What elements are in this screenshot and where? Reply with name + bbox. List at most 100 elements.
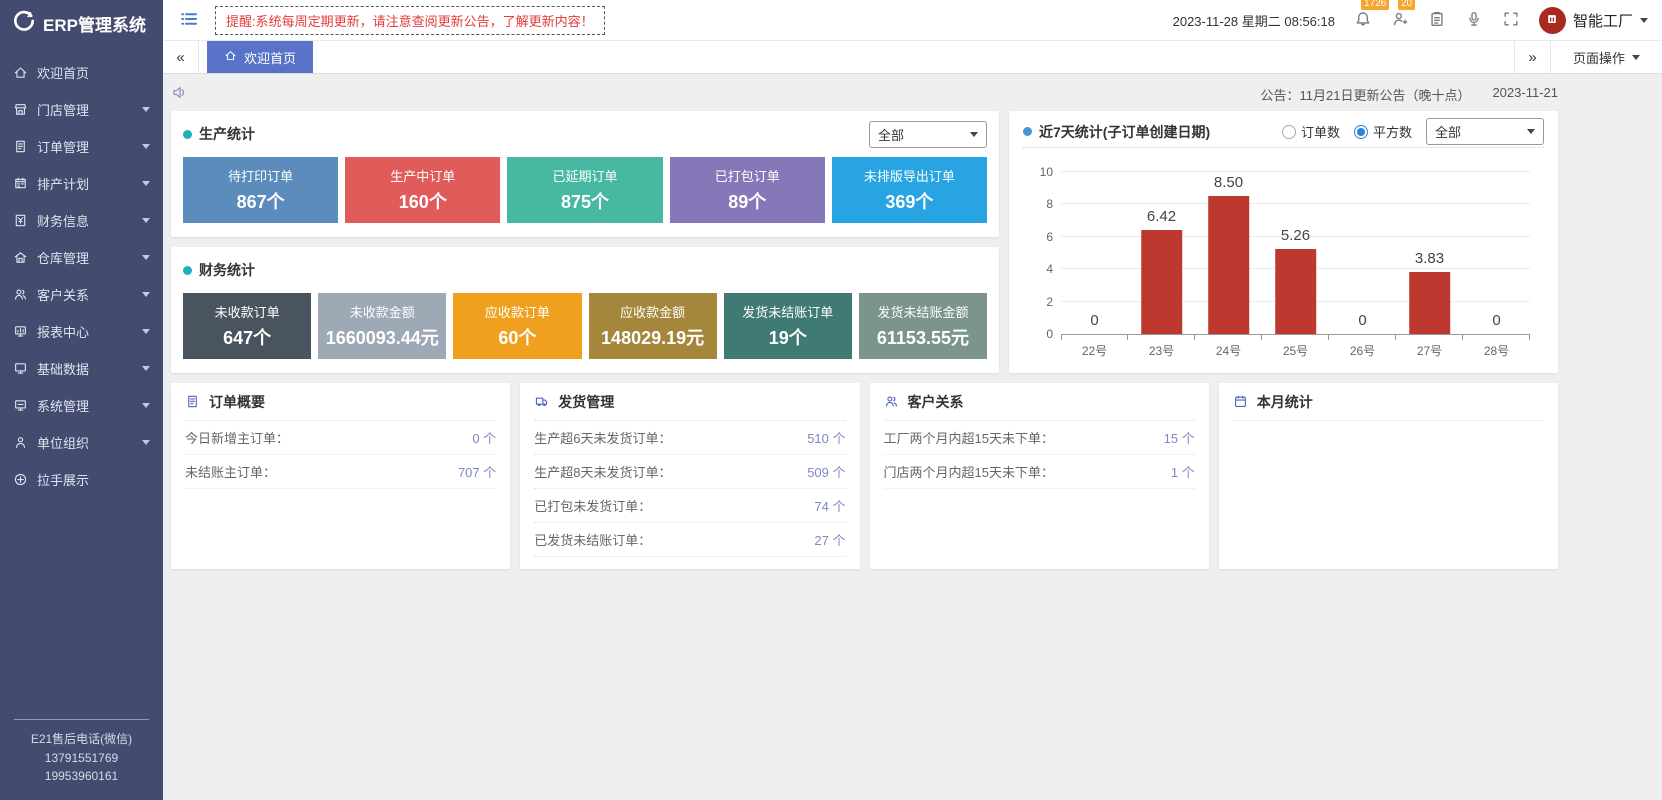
production-filter-select[interactable]: 全部 <box>869 121 987 148</box>
sidebar-item[interactable]: 报表中心 <box>0 313 163 350</box>
stat-card[interactable]: 生产中订单 160个 <box>345 157 500 223</box>
stat-card-value: 647个 <box>223 324 271 350</box>
menu-toggle-button[interactable] <box>179 9 199 32</box>
panel-header: 订单概要 <box>185 383 496 421</box>
panel-row-label: 未结账主订单： <box>185 462 276 481</box>
system-icon <box>13 398 28 413</box>
calendar-icon <box>1233 394 1248 409</box>
panel-row-value[interactable]: 707 个 <box>458 462 496 481</box>
finance-stats-card: 财务统计 未收款订单 647个未收款金额 1660093.44元应收款订单 60… <box>171 247 999 373</box>
panel-row-value[interactable]: 0 个 <box>472 428 496 447</box>
radio-order-count[interactable]: 订单数 <box>1282 122 1340 141</box>
chevron-down-icon <box>1640 18 1648 23</box>
panel-row-item: 生产超8天未发货订单： 509 个 <box>534 455 845 489</box>
microphone-button[interactable] <box>1465 10 1483 31</box>
stat-card[interactable]: 已打包订单 89个 <box>670 157 825 223</box>
page-actions-dropdown[interactable]: 页面操作 <box>1550 41 1662 73</box>
stat-card[interactable]: 未排版导出订单 369个 <box>832 157 987 223</box>
panel-row-item: 已发货未结账订单： 27 个 <box>534 523 845 557</box>
radio-circle <box>1282 125 1296 139</box>
chevron-down-icon <box>142 255 150 260</box>
panel-row-item: 已打包未发货订单： 74 个 <box>534 489 845 523</box>
sidebar-item[interactable]: 客户关系 <box>0 276 163 313</box>
sidebar-item[interactable]: 系统管理 <box>0 387 163 424</box>
announcement-link[interactable]: 公告：11月21日更新公告（晚十点） <box>1260 85 1470 104</box>
stat-card[interactable]: 待打印订单 867个 <box>183 157 338 223</box>
bar-value-label: 5.26 <box>1281 227 1310 244</box>
panel-row-label: 工厂两个月内超15天未下单： <box>884 428 1054 447</box>
stat-card-label: 发货未结账订单 <box>742 302 833 321</box>
x-axis-tick-label: 27号 <box>1417 342 1442 359</box>
panel-row-value[interactable]: 510 个 <box>807 428 845 447</box>
sidebar-footer-line: 13791551769 <box>14 749 149 768</box>
speaker-icon <box>171 84 188 101</box>
panel-row-value[interactable]: 15 个 <box>1164 428 1195 447</box>
stat-card[interactable]: 应收款订单 60个 <box>453 293 581 359</box>
stat-card-label: 未收款订单 <box>215 302 280 321</box>
tabs-scroll-right-button[interactable]: » <box>1514 41 1550 73</box>
expand-icon <box>1502 10 1520 28</box>
sidebar-item[interactable]: 财务信息 <box>0 202 163 239</box>
user-menu[interactable]: 智能工厂 <box>1539 7 1648 34</box>
stat-card[interactable]: 发货未结账订单 19个 <box>724 293 852 359</box>
panel-row-value[interactable]: 1 个 <box>1171 462 1195 481</box>
radio-square-count[interactable]: 平方数 <box>1354 122 1412 141</box>
stat-card[interactable]: 应收款金额 148029.19元 <box>589 293 717 359</box>
production-stats-card: 生产统计 全部 待打印订单 867个生产中订单 160个已延期订单 875个已打… <box>171 111 999 237</box>
stat-card[interactable]: 未收款金额 1660093.44元 <box>318 293 446 359</box>
contacts-button[interactable]: 20 <box>1391 10 1409 31</box>
tab-welcome[interactable]: 欢迎首页 <box>207 41 313 73</box>
chevron-down-icon <box>1632 55 1640 60</box>
radio-circle <box>1354 125 1368 139</box>
sidebar-footer-line: E21售后电话(微信) <box>14 730 149 749</box>
stat-card[interactable]: 未收款订单 647个 <box>183 293 311 359</box>
stat-card-label: 发货未结账金额 <box>877 302 968 321</box>
y-axis-tick-label: 2 <box>1046 295 1053 309</box>
sidebar-item[interactable]: 排产计划 <box>0 165 163 202</box>
home-icon <box>224 49 237 62</box>
bar-value-label: 0 <box>1090 312 1098 329</box>
stat-card-label: 已打包订单 <box>715 166 780 185</box>
logo-icon <box>12 9 36 33</box>
chevron-down-icon <box>970 132 978 137</box>
sidebar-item[interactable]: 门店管理 <box>0 91 163 128</box>
chart-slot: 022号 <box>1061 172 1128 334</box>
stat-card-label: 生产中订单 <box>390 166 455 185</box>
stat-card-value: 369个 <box>885 188 933 214</box>
tabs-scroll-left-button[interactable]: « <box>163 41 199 73</box>
panel-row-value[interactable]: 74 个 <box>814 496 845 515</box>
fullscreen-button[interactable] <box>1502 10 1520 31</box>
stat-card-label: 未收款金额 <box>350 302 415 321</box>
stat-card[interactable]: 发货未结账金额 61153.55元 <box>859 293 987 359</box>
sidebar-item[interactable]: 拉手展示 <box>0 461 163 498</box>
panel-row-value[interactable]: 509 个 <box>807 462 845 481</box>
store-icon <box>13 102 28 117</box>
production-stat-row: 待打印订单 867个生产中订单 160个已延期订单 875个已打包订单 89个未… <box>183 157 987 223</box>
stat-card[interactable]: 已延期订单 875个 <box>507 157 662 223</box>
sidebar-item[interactable]: 单位组织 <box>0 424 163 461</box>
tab-label: 欢迎首页 <box>244 48 296 67</box>
order-icon <box>13 139 28 154</box>
chart-filter-select[interactable]: 全部 <box>1426 118 1544 145</box>
topbar-right: 2023-11-28 星期二 08:56:18 1726 20 智能工厂 <box>1173 7 1648 34</box>
bar-value-label: 0 <box>1358 312 1366 329</box>
notifications-button[interactable]: 1726 <box>1354 10 1372 31</box>
panel-row-value[interactable]: 27 个 <box>814 530 845 549</box>
system-notice[interactable]: 提醒:系统每周定期更新，请注意查阅更新公告，了解更新内容！ <box>215 6 605 35</box>
sidebar-item[interactable]: 订单管理 <box>0 128 163 165</box>
sidebar-item[interactable]: 仓库管理 <box>0 239 163 276</box>
section-dot <box>183 130 192 139</box>
sidebar-item[interactable]: 欢迎首页 <box>0 54 163 91</box>
x-axis-tick-label: 24号 <box>1216 342 1241 359</box>
sidebar-item-label: 门店管理 <box>37 100 89 119</box>
stats-column: 生产统计 全部 待打印订单 867个生产中订单 160个已延期订单 875个已打… <box>171 111 999 373</box>
chevron-down-icon <box>142 107 150 112</box>
sidebar: ERP管理系统 欢迎首页门店管理订单管理排产计划财务信息仓库管理客户关系报表中心… <box>0 0 163 800</box>
chevron-down-icon <box>142 329 150 334</box>
sidebar-item-label: 单位组织 <box>37 433 89 452</box>
chart-slot: 8.5024号 <box>1195 172 1262 334</box>
chevron-down-icon <box>142 366 150 371</box>
contact-icon <box>1391 10 1409 28</box>
sidebar-item[interactable]: 基础数据 <box>0 350 163 387</box>
clipboard-button[interactable] <box>1428 10 1446 31</box>
